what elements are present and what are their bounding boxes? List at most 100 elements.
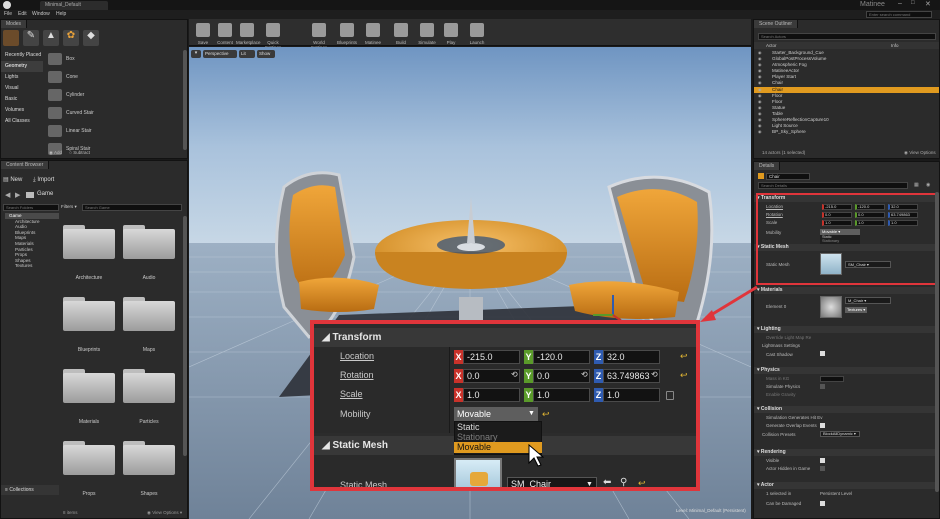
property-matrix-icon[interactable]: ▦	[914, 182, 919, 188]
tree-item[interactable]: Textures	[5, 263, 59, 269]
outliner-view-options[interactable]: ◉ View Options	[904, 150, 936, 156]
lock-icon[interactable]	[666, 391, 674, 400]
category-volumes[interactable]: Volumes	[1, 105, 43, 116]
menu-edit[interactable]: Edit	[18, 10, 27, 19]
add-radio[interactable]: ◉ Add	[49, 150, 62, 155]
viewport-options-button[interactable]: ▾	[191, 50, 201, 58]
zoom-static-mesh-dropdown[interactable]: SM_Chair ▼	[507, 477, 597, 487]
zoom-mobility-dropdown[interactable]: Movable ▼	[454, 407, 538, 421]
subtract-radio[interactable]: ○ Subtract	[69, 150, 90, 155]
zoom-scale-x-field[interactable]: 1.0	[463, 388, 520, 402]
zoom-location-z-field[interactable]: 32.0	[603, 350, 660, 364]
details-search-input[interactable]: Search Details	[758, 182, 908, 189]
reset-mobility-icon[interactable]: ↩	[542, 409, 550, 420]
zoom-static-mesh-label: Static Mesh	[340, 480, 388, 490]
help-search-input[interactable]: Enter search command	[866, 11, 932, 18]
lit-button[interactable]: Lit	[239, 50, 255, 58]
actor-section-header[interactable]: ▾ Actor	[754, 482, 936, 489]
visible-checkbox[interactable]	[820, 458, 825, 463]
list-item[interactable]: Box	[45, 50, 183, 68]
category-lights[interactable]: Lights	[1, 72, 43, 83]
landscape-mode-icon[interactable]: ▲	[43, 30, 59, 46]
geometry-mode-icon[interactable]: ◆	[83, 30, 99, 46]
search-game-input[interactable]: Search Game	[82, 204, 182, 211]
import-button[interactable]: ⤓ Import	[33, 175, 65, 185]
details-tab[interactable]: Details	[754, 162, 781, 170]
show-button[interactable]: Show	[257, 50, 275, 58]
category-geometry[interactable]: Geometry	[1, 61, 43, 72]
zoom-location-y-field[interactable]: -120.0	[533, 350, 590, 364]
folder-props[interactable]	[63, 439, 115, 475]
view-options-button[interactable]: ◉ View Options ▾	[147, 510, 182, 516]
actor-name-field[interactable]: Chair	[766, 173, 810, 180]
table-row[interactable]: ◉ BP_Sky_Sphere	[754, 129, 939, 135]
zoom-transform-header[interactable]: ◢ Transform	[314, 328, 696, 347]
category-recently-placed[interactable]: Recently Placed	[1, 50, 43, 61]
use-selected-arrow-icon[interactable]: ⬅	[603, 477, 611, 487]
folder-architecture[interactable]	[63, 223, 115, 259]
asset-scrollbar[interactable]	[183, 216, 187, 456]
can-be-damaged-checkbox[interactable]	[820, 501, 825, 506]
minimize-button[interactable]: –	[898, 0, 910, 7]
materials-section-header[interactable]: ▾ Materials	[754, 287, 936, 294]
cast-shadow-checkbox[interactable]	[820, 351, 825, 356]
reset-mesh-icon[interactable]: ↩	[638, 478, 646, 487]
zoom-location-x-field[interactable]: -215.0	[463, 350, 520, 364]
path-breadcrumb[interactable]: Game	[37, 191, 53, 197]
collision-section-header[interactable]: ▾ Collision	[754, 406, 936, 413]
simulate-physics-checkbox[interactable]	[820, 384, 825, 389]
menu-file[interactable]: File	[4, 10, 12, 19]
zoom-scale-z-field[interactable]: 1.0	[603, 388, 660, 402]
menu-window[interactable]: Window	[32, 10, 50, 19]
reset-location-icon[interactable]: ↩	[680, 351, 688, 362]
menu-help[interactable]: Help	[56, 10, 66, 19]
folder-materials[interactable]	[63, 367, 115, 403]
perspective-button[interactable]: Perspective	[203, 50, 237, 58]
maximize-button[interactable]: □	[911, 0, 923, 6]
modes-tab[interactable]: Modes	[1, 20, 28, 28]
scene-outliner-tab[interactable]: Scene Outliner	[754, 20, 799, 28]
collision-presets-dropdown[interactable]: BlockAllDynamic ▾	[820, 431, 860, 437]
category-basic[interactable]: Basic	[1, 94, 43, 105]
material-dropdown[interactable]: M_Chair ▾	[845, 297, 891, 304]
category-visual[interactable]: Visual	[1, 83, 43, 94]
lighting-section-header[interactable]: ▾ Lighting	[754, 326, 936, 333]
details-view-options-icon[interactable]: ◉	[926, 182, 930, 188]
visibility-eye-icon[interactable]: ◉	[758, 129, 762, 135]
paint-mode-icon[interactable]: ✎	[23, 30, 39, 46]
close-button[interactable]: ✕	[925, 0, 937, 8]
collections-header[interactable]: ≡ Collections	[1, 485, 59, 495]
list-item[interactable]: Curved Stair	[45, 104, 183, 122]
foliage-mode-icon[interactable]: ✿	[63, 30, 79, 46]
search-folders-input[interactable]: Search Folders	[3, 204, 59, 211]
content-browser-tab[interactable]: Content Browser	[1, 161, 50, 169]
list-item[interactable]: Linear Stair	[45, 122, 183, 140]
textures-dropdown[interactable]: Textures ▾	[845, 307, 867, 313]
new-button[interactable]: ▤ New	[3, 175, 31, 185]
modes-scrollbar[interactable]	[183, 50, 187, 150]
mass-field[interactable]	[820, 376, 844, 382]
category-all-classes[interactable]: All Classes	[1, 116, 43, 127]
box-icon	[48, 53, 62, 65]
back-arrow-icon[interactable]: ◀	[5, 191, 10, 199]
hidden-in-game-checkbox[interactable]	[820, 466, 825, 471]
details-scrollbar[interactable]	[935, 192, 939, 492]
list-item[interactable]: Cone	[45, 68, 183, 86]
folder-audio[interactable]	[123, 223, 175, 259]
rendering-section-header[interactable]: ▾ Rendering	[754, 449, 936, 456]
project-tab[interactable]: Minimal_Default	[40, 1, 108, 10]
browse-search-icon[interactable]: ⚲	[620, 477, 627, 487]
physics-section-header[interactable]: ▾ Physics	[754, 367, 936, 374]
folder-maps[interactable]	[123, 295, 175, 331]
list-item[interactable]: Cylinder	[45, 86, 183, 104]
place-mode-icon[interactable]	[3, 30, 19, 46]
folder-shapes[interactable]	[123, 439, 175, 475]
reset-rotation-icon[interactable]: ↩	[680, 370, 688, 381]
forward-arrow-icon[interactable]: ▶	[15, 191, 20, 199]
folder-blueprints[interactable]	[63, 295, 115, 331]
outliner-search-input[interactable]: Search Actors	[758, 33, 936, 40]
overlap-events-checkbox[interactable]	[820, 423, 825, 428]
folder-particles[interactable]	[123, 367, 175, 403]
zoom-scale-y-field[interactable]: 1.0	[533, 388, 590, 402]
filters-button[interactable]: Filters ▾	[61, 204, 77, 210]
